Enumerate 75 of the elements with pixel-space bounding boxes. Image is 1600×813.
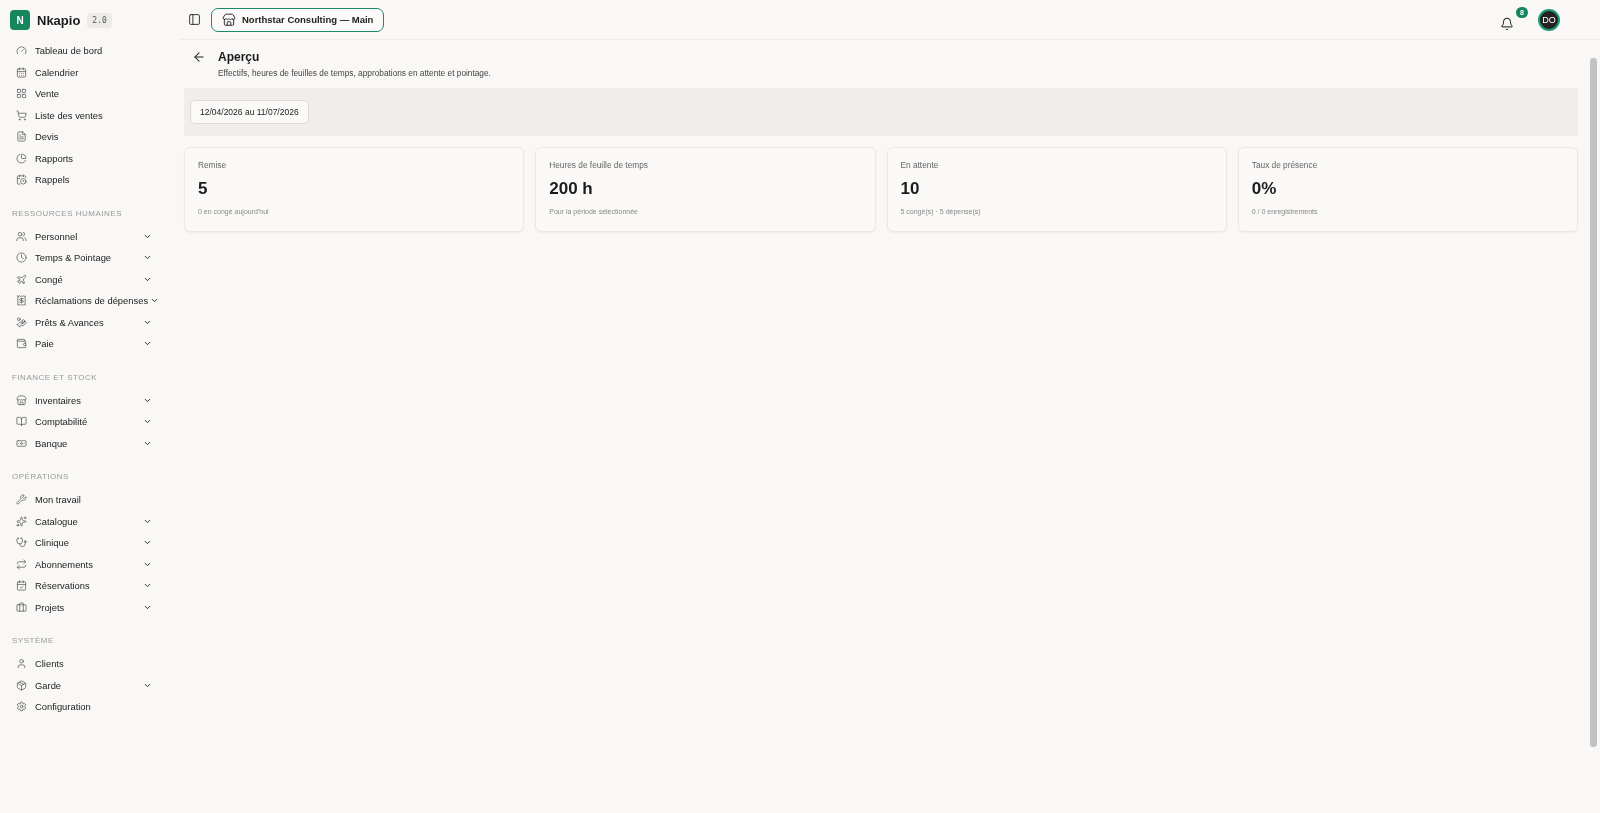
sidebar-item[interactable]: Configuration <box>0 696 180 718</box>
sidebar-item[interactable]: Rapports <box>0 147 180 169</box>
sidebar-item[interactable]: Congé <box>0 268 180 290</box>
sidebar-item[interactable]: Tableau de bord <box>0 40 180 62</box>
sidebar-item[interactable]: Réservations <box>0 575 180 597</box>
sidebar-item[interactable]: Catalogue <box>0 510 180 532</box>
store-icon <box>222 12 236 27</box>
stat-value: 10 <box>900 179 921 199</box>
repeat-icon <box>16 558 27 570</box>
sidebar-item[interactable]: Comptabilité <box>0 411 180 433</box>
sparkles-icon <box>16 515 27 527</box>
settings-icon <box>16 701 27 713</box>
stat-value: 0% <box>1251 179 1278 199</box>
pie-chart-icon <box>16 152 27 164</box>
sidebar-toggle-icon[interactable] <box>188 13 201 26</box>
sidebar-item[interactable]: Abonnements <box>0 553 180 575</box>
stat-value: 200 h <box>549 179 594 199</box>
version-badge: 2.0 <box>87 12 112 28</box>
page-title: Aperçu <box>218 50 261 64</box>
sidebar-item[interactable]: Clinique <box>0 532 180 554</box>
sidebar-item[interactable]: Projets <box>0 596 180 618</box>
date-range-picker[interactable]: 12/04/2026 au 11/07/2026 <box>190 100 309 124</box>
stat-label: Heures de feuille de temps <box>549 160 649 170</box>
sidebar-item[interactable]: Liste des ventes <box>0 104 180 126</box>
users-icon <box>16 230 27 242</box>
cart-icon <box>16 109 27 121</box>
back-arrow-icon[interactable] <box>192 50 206 64</box>
sidebar-item[interactable]: Garde <box>0 674 180 696</box>
stat-label: En attente <box>900 160 940 170</box>
section-title: OPÉRATIONS <box>11 472 70 481</box>
gauge-icon <box>16 45 27 57</box>
sidebar-item[interactable]: Mon travail <box>0 489 180 511</box>
sidebar-item[interactable]: Personnel <box>0 225 180 247</box>
clock-icon <box>16 252 27 264</box>
calendar-icon <box>16 66 27 78</box>
sidebar-item[interactable]: Inventaires <box>0 389 180 411</box>
avatar[interactable]: DO <box>1538 8 1560 31</box>
coins-icon <box>16 316 27 328</box>
briefcase-icon <box>16 601 27 613</box>
workspace-selector[interactable]: Northstar Consulting — Main <box>211 7 385 32</box>
wrench-icon <box>16 494 27 506</box>
section-title: FINANCE ET STOCK <box>11 372 99 382</box>
calendar-clock-icon <box>16 174 27 186</box>
book-icon <box>16 416 27 428</box>
scrollbar[interactable] <box>1589 58 1597 747</box>
sidebar-item[interactable]: Paie <box>0 333 180 355</box>
wallet-icon <box>16 338 27 350</box>
sidebar-item[interactable]: Vente <box>0 83 180 105</box>
stat-label: Remise <box>198 160 228 170</box>
store-icon <box>16 394 27 406</box>
plane-icon <box>16 273 27 285</box>
section-title: RESSOURCES HUMAINES <box>11 208 123 218</box>
document-icon <box>16 131 27 143</box>
stat-label: Taux de présence <box>1251 160 1319 170</box>
calendar-check-icon <box>16 580 27 592</box>
package-icon <box>16 679 27 691</box>
section-title: SYSTÈME <box>11 636 55 645</box>
sidebar-item[interactable]: Banque <box>0 432 180 454</box>
stethoscope-icon <box>16 537 27 549</box>
brand-name: Nkapio <box>37 12 81 28</box>
sidebar-item[interactable]: Devis <box>0 126 180 148</box>
grid-icon <box>16 88 27 100</box>
sidebar-item[interactable]: Prêts & Avances <box>0 311 180 333</box>
logo: N <box>10 10 30 30</box>
sidebar-item[interactable]: Temps & Pointage <box>0 247 180 269</box>
sidebar-item[interactable]: Réclamations de dépenses <box>0 290 180 312</box>
sidebar-item[interactable]: Rappels <box>0 169 180 191</box>
sidebar-item[interactable]: Clients <box>0 653 180 675</box>
sidebar-item[interactable]: Calendrier <box>0 61 180 83</box>
user-icon <box>16 658 27 670</box>
stat-value: 5 <box>198 179 209 199</box>
banknote-icon <box>16 437 27 449</box>
bell-icon <box>1500 16 1514 31</box>
receipt-icon <box>16 295 27 307</box>
page-subtitle: Effectifs, heures de feuilles de temps, approbations en attente et pointage. <box>218 68 491 78</box>
